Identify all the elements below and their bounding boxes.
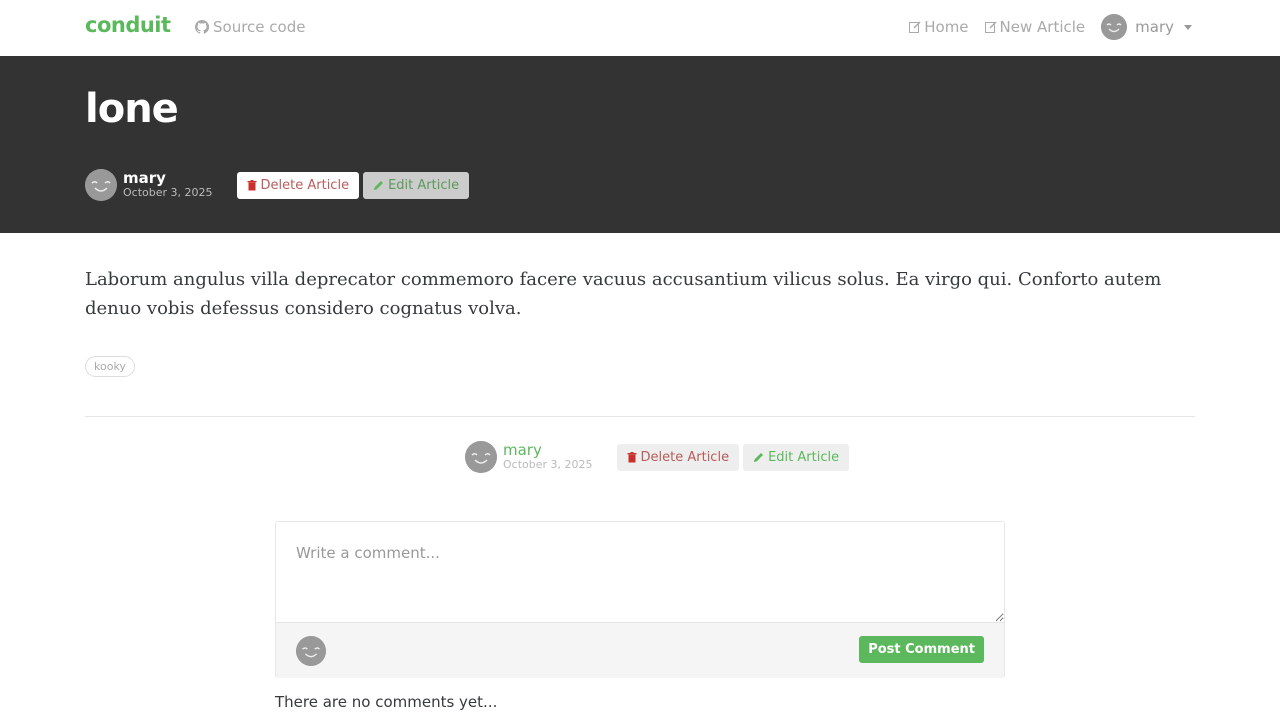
article-actions-meta: mary October 3, 2025 Delete Article Edit… bbox=[465, 441, 850, 473]
edit-article-label: Edit Article bbox=[388, 177, 460, 193]
brand-logo[interactable]: conduit bbox=[85, 13, 171, 37]
post-comment-button[interactable]: Post Comment bbox=[859, 636, 984, 663]
trash-icon bbox=[247, 179, 257, 190]
top-navbar: conduit Source code Home New Article mar… bbox=[0, 0, 1280, 56]
author-name-link[interactable]: mary bbox=[123, 170, 213, 186]
article-body: Laborum angulus villa deprecator commemo… bbox=[85, 269, 1162, 319]
nav-user-name: mary bbox=[1135, 18, 1174, 36]
nav-new-article-label: New Article bbox=[999, 18, 1086, 36]
comment-form: Post Comment bbox=[275, 521, 1005, 678]
source-code-link[interactable]: Source code bbox=[195, 18, 305, 36]
github-icon bbox=[195, 20, 209, 34]
author-info: mary October 3, 2025 bbox=[503, 442, 593, 472]
nav-home-label: Home bbox=[924, 18, 969, 36]
edit-article-label: Edit Article bbox=[768, 449, 840, 465]
comment-input[interactable] bbox=[276, 522, 1004, 623]
author-info: mary October 3, 2025 bbox=[123, 170, 213, 200]
edit-article-button[interactable]: Edit Article bbox=[743, 443, 850, 471]
pencil-icon bbox=[754, 452, 764, 462]
article-meta: mary October 3, 2025 Delete Article Edit… bbox=[85, 169, 470, 201]
delete-article-label: Delete Article bbox=[260, 177, 350, 193]
article-divider bbox=[85, 416, 1195, 417]
article-banner: lone mary October 3, 2025 Delete Article… bbox=[0, 56, 1280, 233]
chevron-down-icon bbox=[1184, 24, 1192, 30]
tag-pill[interactable]: kooky bbox=[85, 356, 135, 377]
author-avatar-icon[interactable] bbox=[465, 441, 497, 473]
no-comments-text: There are no comments yet... bbox=[275, 693, 498, 711]
pencil-icon bbox=[374, 180, 384, 190]
nav-menu: Home New Article mary bbox=[909, 14, 1192, 40]
article-title: lone bbox=[85, 86, 179, 132]
article-date: October 3, 2025 bbox=[503, 458, 593, 471]
comment-form-footer: Post Comment bbox=[276, 623, 1004, 678]
source-code-label: Source code bbox=[213, 18, 306, 36]
compose-icon bbox=[984, 21, 997, 33]
author-avatar-icon[interactable] bbox=[85, 169, 117, 201]
nav-new-article-link[interactable]: New Article bbox=[984, 18, 1086, 36]
edit-icon bbox=[909, 21, 921, 33]
nav-home-link[interactable]: Home bbox=[909, 18, 969, 36]
author-name-link[interactable]: mary bbox=[503, 442, 593, 458]
delete-article-button[interactable]: Delete Article bbox=[236, 171, 360, 199]
user-avatar-icon bbox=[1101, 14, 1128, 40]
user-avatar-icon bbox=[296, 636, 326, 666]
edit-article-button[interactable]: Edit Article bbox=[363, 171, 470, 199]
trash-icon bbox=[627, 451, 637, 462]
article-date: October 3, 2025 bbox=[123, 186, 213, 199]
delete-article-label: Delete Article bbox=[640, 449, 730, 465]
nav-user-menu[interactable]: mary bbox=[1101, 14, 1192, 40]
delete-article-button[interactable]: Delete Article bbox=[616, 443, 740, 471]
